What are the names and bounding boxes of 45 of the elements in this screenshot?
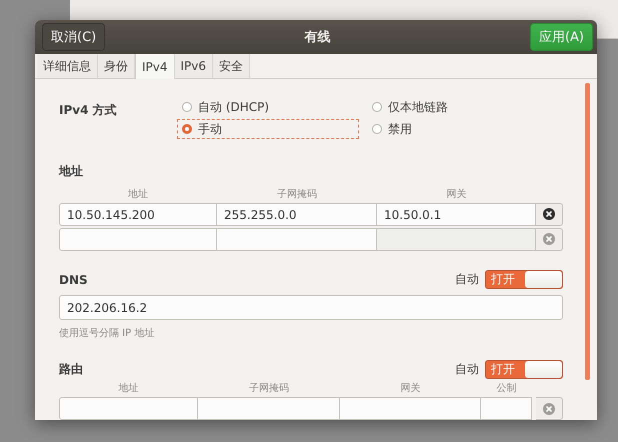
clear-icon xyxy=(543,208,555,220)
radio-option[interactable]: 自动 (DHCP) xyxy=(177,97,359,117)
column-header: 子网掩码 xyxy=(276,188,318,201)
radio-option[interactable]: 禁用 xyxy=(367,119,519,139)
window-title: 有线 xyxy=(304,29,331,46)
scrollbar[interactable] xyxy=(585,83,590,380)
tab[interactable]: 安全 xyxy=(213,54,250,78)
input-field[interactable]: 10.50.0.1 xyxy=(377,202,536,226)
input-field[interactable] xyxy=(377,228,536,251)
input-field[interactable]: 10.50.145.200 xyxy=(59,202,217,226)
cancel-button[interactable]: 取消(C) xyxy=(42,23,106,51)
radio-label: 手动 xyxy=(198,120,222,138)
radio-option[interactable]: 仅本地链路 xyxy=(367,97,519,117)
column-header: 网关 xyxy=(446,188,468,201)
input-field[interactable] xyxy=(340,397,481,420)
section-heading: 路由 xyxy=(59,361,83,378)
input-field[interactable] xyxy=(198,397,340,420)
method-label: IPv4 方式 xyxy=(59,103,117,117)
section-heading: DNS xyxy=(59,272,88,287)
section-heading: 地址 xyxy=(59,163,83,180)
input-field[interactable] xyxy=(59,397,198,420)
hint-text: 使用逗号分隔 IP 地址 xyxy=(59,326,156,340)
clear-icon xyxy=(543,233,555,246)
tab[interactable]: IPv6 xyxy=(174,54,214,78)
column-header: 子网掩码 xyxy=(248,382,290,395)
input-field[interactable]: 255.255.0.0 xyxy=(217,202,377,226)
dns-field[interactable]: 202.206.16.2 xyxy=(59,295,563,320)
tab[interactable]: 详细信息 xyxy=(37,54,98,78)
column-header: 网关 xyxy=(400,382,422,395)
input-field[interactable] xyxy=(59,228,217,251)
auto-label: 自动 xyxy=(455,361,479,378)
input-field[interactable] xyxy=(481,397,532,420)
radio-option[interactable]: 手动 xyxy=(177,119,359,139)
radio-label: 自动 (DHCP) xyxy=(198,98,270,116)
radio-label: 禁用 xyxy=(388,120,412,138)
auto-label: 自动 xyxy=(455,271,479,288)
column-header: 地址 xyxy=(118,382,140,395)
column-header: 地址 xyxy=(127,188,149,201)
input-field[interactable] xyxy=(217,228,377,251)
delete-button[interactable] xyxy=(536,202,563,226)
column-header: 公制 xyxy=(496,382,518,395)
clear-icon xyxy=(543,402,555,414)
radio-label: 仅本地链路 xyxy=(388,98,448,116)
tab[interactable]: 身份 xyxy=(98,54,135,78)
tab[interactable]: IPv4 xyxy=(135,54,175,79)
